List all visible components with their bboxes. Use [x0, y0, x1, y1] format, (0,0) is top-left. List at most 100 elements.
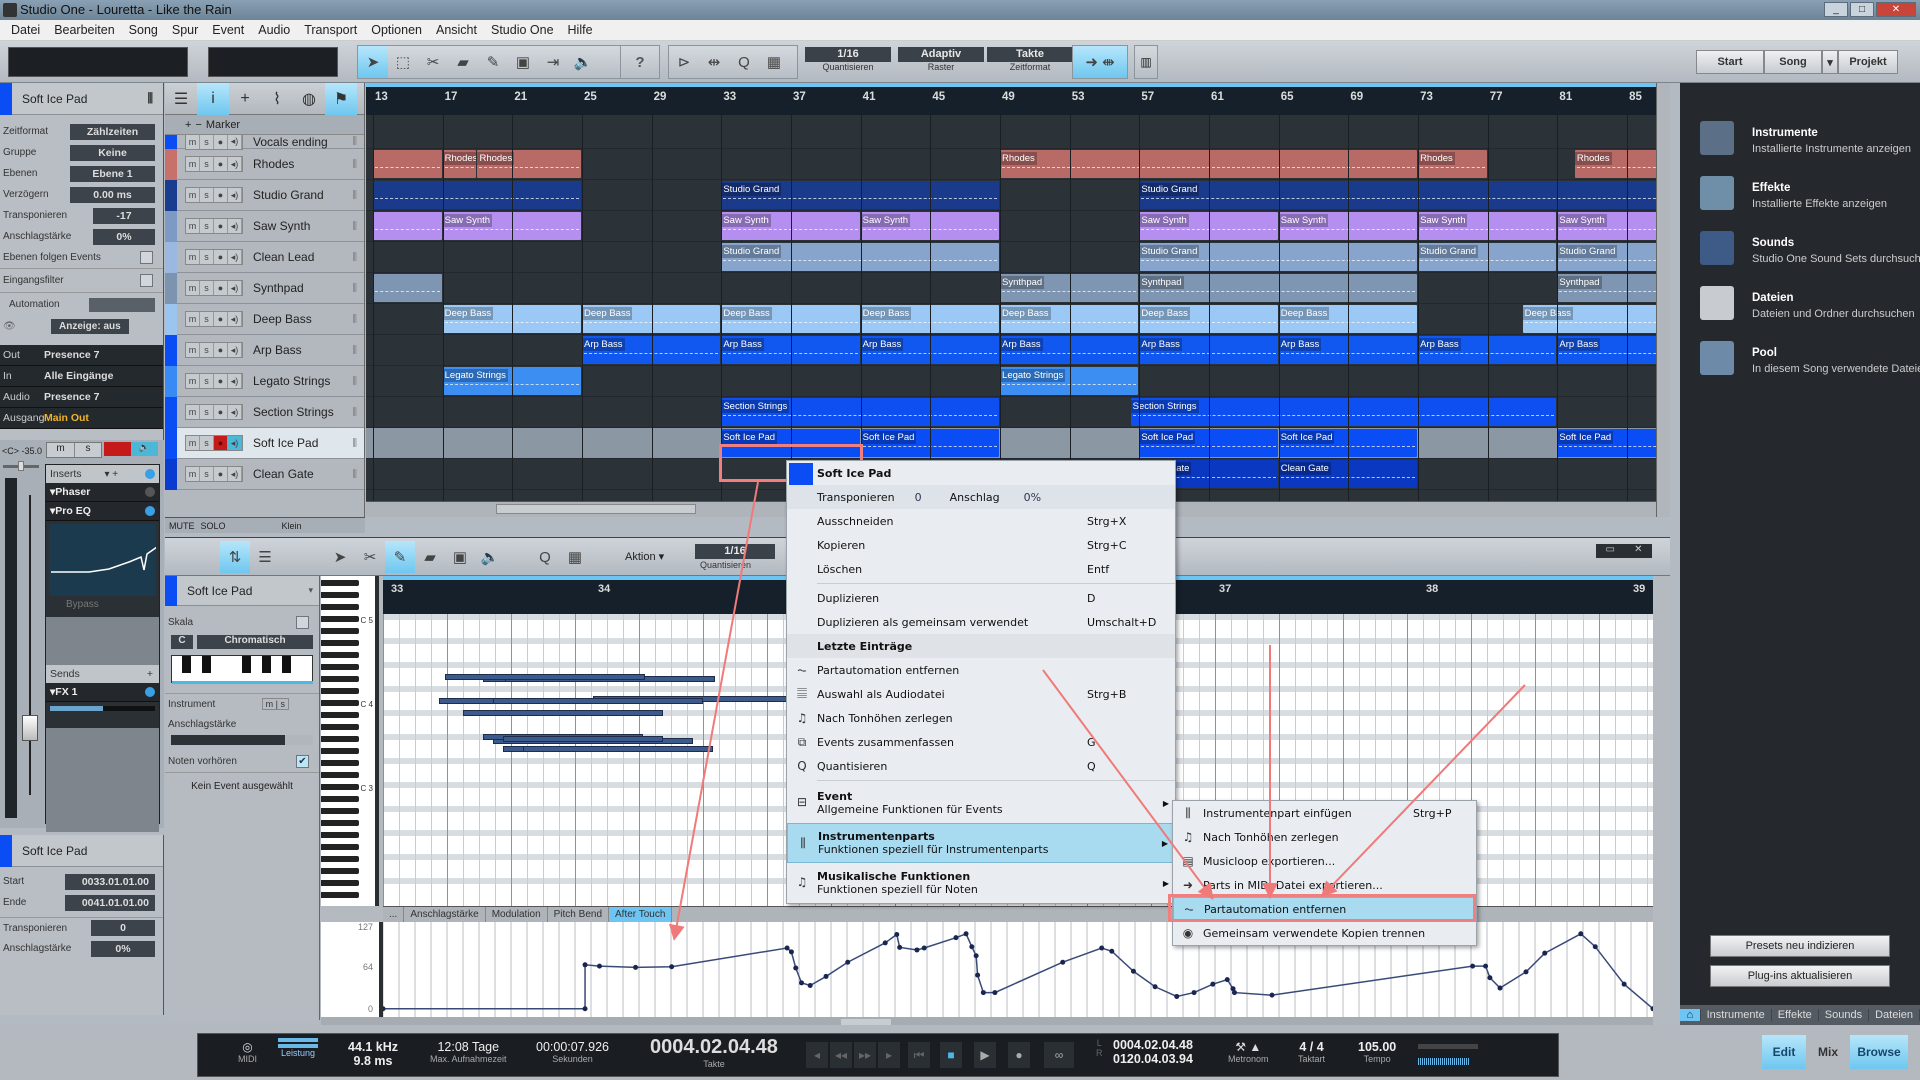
browser-tab-effects[interactable]: Effekte — [1772, 1009, 1819, 1021]
black-key[interactable] — [321, 592, 359, 598]
add-marker-icon[interactable]: + — [185, 119, 191, 131]
help-button[interactable]: ? — [620, 45, 660, 79]
arrange-event[interactable]: Deep Bass — [1522, 305, 1658, 333]
browser-tab-instruments[interactable]: Instrumente — [1701, 1009, 1772, 1021]
aftertouch-point[interactable] — [784, 945, 790, 951]
aftertouch-point[interactable] — [921, 945, 927, 951]
aftertouch-point[interactable] — [1152, 984, 1158, 990]
black-key[interactable] — [321, 868, 359, 874]
aftertouch-point[interactable] — [633, 964, 639, 970]
controller-tab[interactable]: Pitch Bend — [548, 907, 610, 922]
editor-paint-tool-icon[interactable]: ✎ — [385, 541, 415, 573]
bypass-toggle[interactable]: Bypass — [46, 599, 159, 617]
arrange-event[interactable]: Soft Ice Pad — [1557, 429, 1658, 457]
browser-item[interactable]: Sounds Studio One Sound Sets durchsuchen — [1700, 231, 1920, 265]
detach-editor-icon[interactable]: ▭ — [1606, 544, 1615, 558]
track-monitor-button[interactable]: ◂) — [228, 188, 242, 202]
midi-note[interactable] — [493, 698, 703, 704]
io-out-row[interactable]: Out Presence 7 — [0, 345, 163, 366]
track-monitor-button[interactable]: ◂) — [228, 436, 242, 450]
eraser-tool-icon[interactable]: ▰ — [448, 46, 478, 78]
inspector-value-field[interactable]: Ebene 1 — [70, 165, 155, 182]
send-fx1[interactable]: ▾ FX 1 — [46, 683, 159, 702]
timeline-ruler[interactable]: 13 17 21 25 29 33 37 41 45 49 53 57 61 65 69 73 77 81 85 — [366, 83, 1658, 115]
track-row[interactable]: m s ● ◂) Soft Ice Pad ⫼ — [165, 427, 364, 459]
context-submenu-item[interactable]: ♫ Musikalische Funktionen Funktionen spezi… — [787, 863, 1175, 903]
context-velocity-value[interactable]: 0% — [1024, 491, 1041, 504]
aftertouch-point[interactable] — [1592, 944, 1598, 950]
add-track-icon[interactable]: + — [229, 83, 261, 115]
editor-split-tool-icon[interactable]: ✂ — [355, 541, 385, 573]
arrange-event[interactable]: Studio Grand — [1139, 181, 1658, 209]
arrange-vertical-scrollbar[interactable] — [1656, 83, 1670, 517]
channel-solo-button[interactable]: s — [74, 443, 101, 457]
black-key[interactable] — [321, 700, 359, 706]
black-key[interactable] — [321, 628, 359, 634]
paint-tool-icon[interactable]: ✎ — [478, 46, 508, 78]
scale-root-button[interactable]: C — [171, 635, 193, 649]
context-menu-item[interactable]: Duplizieren D — [787, 586, 1175, 610]
black-key[interactable] — [321, 748, 359, 754]
context-menu-item[interactable]: Löschen Entf — [787, 557, 1175, 581]
black-key[interactable] — [321, 580, 359, 586]
arrange-event[interactable] — [372, 181, 581, 209]
video-button[interactable]: ▥ — [1134, 45, 1158, 79]
black-key[interactable] — [321, 724, 359, 730]
black-key[interactable] — [321, 604, 359, 610]
black-key[interactable] — [321, 640, 359, 646]
play-button[interactable]: ▶ — [974, 1042, 996, 1068]
black-key[interactable] — [321, 820, 359, 826]
forward-button[interactable]: ▸▸ — [854, 1042, 876, 1068]
pan-handle[interactable] — [18, 461, 24, 471]
track-solo-button[interactable]: s — [200, 343, 214, 357]
track-solo-button[interactable]: s — [200, 281, 214, 295]
track-record-button[interactable]: ● — [214, 188, 228, 202]
record-arm-button[interactable] — [104, 442, 131, 456]
rewind-button[interactable]: ◂◂ — [830, 1042, 852, 1068]
black-key[interactable] — [321, 736, 359, 742]
prev-marker-button[interactable]: ◂ — [806, 1042, 828, 1068]
event-velocity-field[interactable]: 0% — [91, 940, 155, 957]
automation-view-icon[interactable]: ⌇ — [261, 83, 293, 115]
reindex-presets-button[interactable]: Presets neu indizieren — [1710, 935, 1890, 957]
song-page-button[interactable]: Song — [1764, 50, 1822, 74]
split-loop-icon[interactable]: ⇹ — [699, 46, 729, 78]
aftertouch-point[interactable] — [582, 1006, 588, 1012]
aftertouch-point[interactable] — [799, 980, 805, 986]
aftertouch-point[interactable] — [953, 935, 959, 941]
split-at-cursor-icon[interactable]: ⊳ — [669, 46, 699, 78]
bar-position-display[interactable]: 0004.02.04.48 Takte — [650, 1036, 778, 1069]
recent-menu-item[interactable]: ⧉ Events zusammenfassen G — [787, 730, 1175, 754]
editor-track-dropdown-icon[interactable]: ▾ — [308, 585, 313, 596]
aftertouch-point[interactable] — [975, 972, 981, 978]
editor-quantize-icon[interactable]: Q — [530, 541, 560, 573]
performance-meter[interactable]: Leistung — [278, 1038, 318, 1058]
aftertouch-point[interactable] — [914, 947, 920, 953]
aftertouch-point[interactable] — [1497, 985, 1503, 991]
aftertouch-point[interactable] — [1523, 969, 1529, 975]
track-record-button[interactable]: ● — [214, 312, 228, 326]
aftertouch-point[interactable] — [788, 949, 794, 955]
inspector-value-field[interactable]: 0.00 ms — [70, 186, 155, 203]
add-send-icon[interactable]: + — [147, 668, 153, 680]
close-window-button[interactable]: ✕ — [1876, 2, 1916, 17]
arrow-tool-icon[interactable]: ➤ — [358, 46, 388, 78]
bend-tool-icon[interactable]: ⇥ — [538, 46, 568, 78]
mute-tool-icon[interactable]: ▣ — [508, 46, 538, 78]
maximize-button[interactable]: □ — [1850, 2, 1874, 17]
aftertouch-point[interactable] — [963, 931, 969, 937]
track-monitor-button[interactable]: ◂) — [228, 405, 242, 419]
black-key[interactable] — [321, 892, 359, 898]
context-menu-item[interactable]: Ausschneiden Strg+X — [787, 509, 1175, 533]
controller-tab[interactable]: Anschlagstärke — [404, 907, 486, 922]
editor-list-icon[interactable]: ☰ — [250, 541, 280, 573]
aftertouch-point[interactable] — [1231, 990, 1237, 996]
menu-studio-one[interactable]: Studio One — [484, 23, 561, 37]
next-marker-button[interactable]: ▸ — [878, 1042, 900, 1068]
arrange-scroll-thumb[interactable] — [496, 504, 696, 514]
aftertouch-point[interactable] — [1130, 968, 1136, 974]
channel-mute-button[interactable]: m — [47, 443, 74, 457]
track-mute-button[interactable]: m — [186, 188, 200, 202]
loop-range[interactable]: 0004.02.04.48 0120.04.03.94 — [1113, 1038, 1193, 1066]
inspector-value-field[interactable]: Zählzeiten — [70, 123, 155, 140]
